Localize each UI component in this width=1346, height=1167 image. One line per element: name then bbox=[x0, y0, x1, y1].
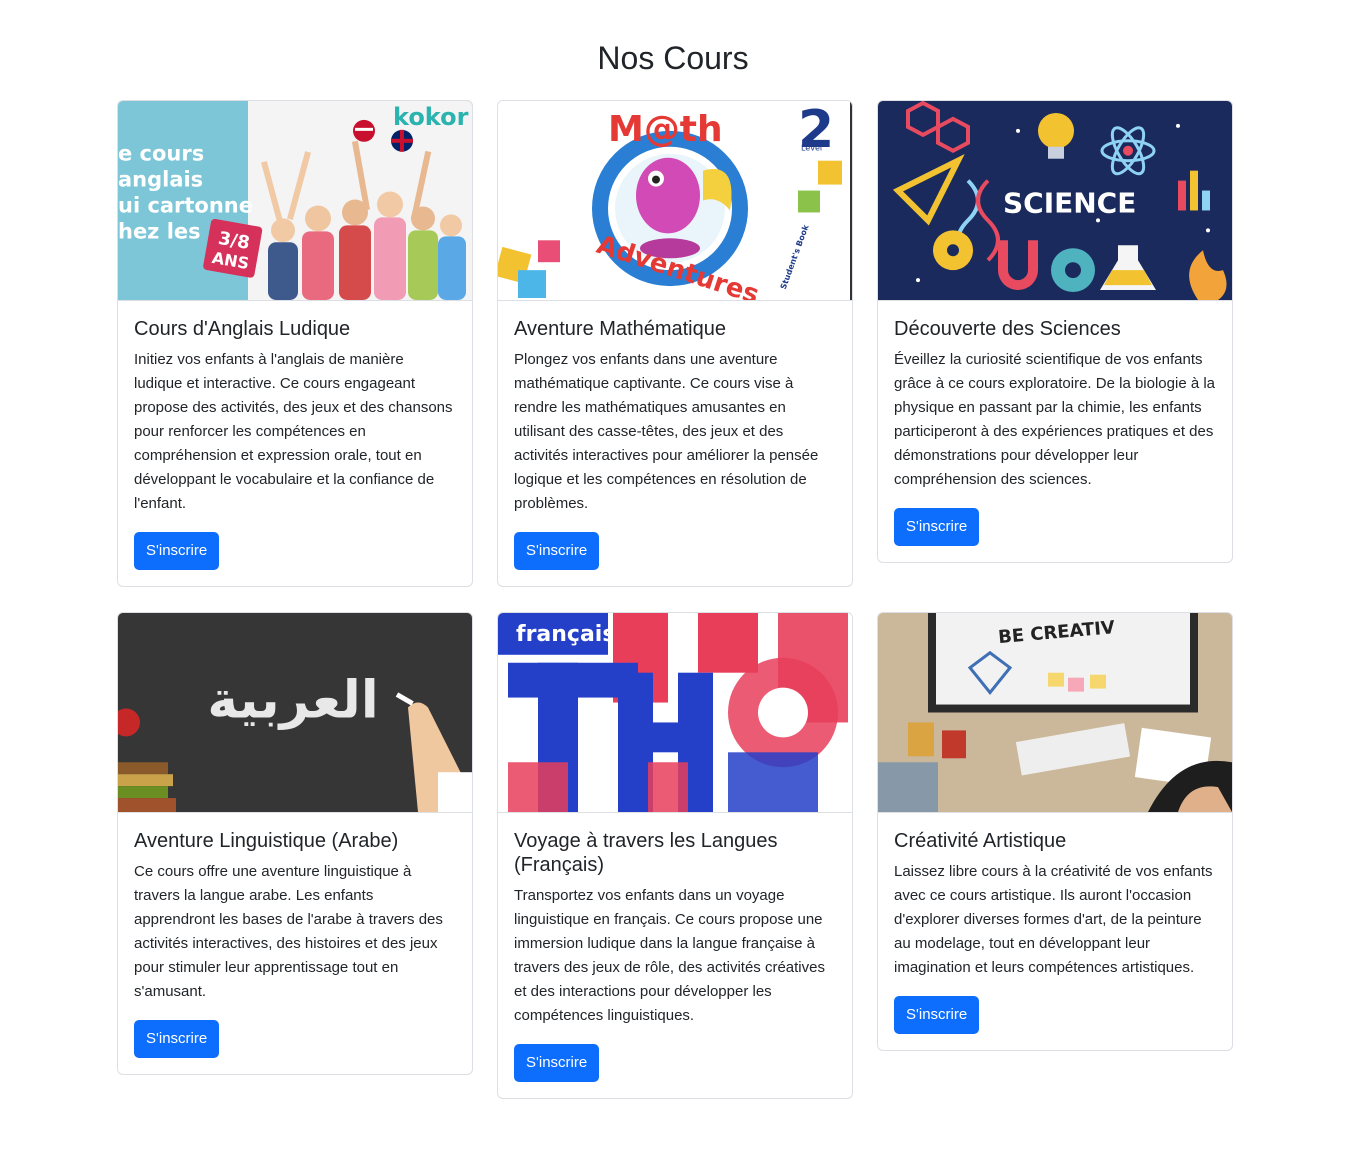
svg-text:français: français bbox=[516, 622, 615, 647]
svg-text:hez les: hez les bbox=[118, 219, 201, 243]
course-grid: e cours anglais ui cartonne hez les 3/8 … bbox=[117, 100, 1233, 1099]
course-description: Laissez libre cours à la créativité de v… bbox=[894, 863, 1213, 976]
math-course-image: M@th Adventures 2 Level Student's Book bbox=[498, 101, 852, 301]
enroll-button[interactable]: S'inscrire bbox=[894, 508, 980, 546]
enroll-button[interactable]: S'inscrire bbox=[134, 532, 220, 570]
svg-text:SCIENCE: SCIENCE bbox=[1003, 187, 1136, 220]
course-title: Aventure Linguistique (Arabe) bbox=[134, 830, 399, 852]
art-course-image: BE CREATIV bbox=[878, 613, 1232, 813]
svg-text:anglais: anglais bbox=[118, 168, 203, 192]
enroll-button[interactable]: S'inscrire bbox=[514, 1044, 600, 1082]
french-course-image: français bbox=[498, 613, 852, 813]
course-card-art: BE CREATIV Créativité Artistique Laissez… bbox=[877, 612, 1233, 1051]
course-description: Éveillez la curiosité scientifique de vo… bbox=[894, 351, 1216, 488]
course-title: Cours d'Anglais Ludique bbox=[134, 318, 351, 340]
course-card-english: e cours anglais ui cartonne hez les 3/8 … bbox=[117, 100, 473, 587]
svg-text:M@th: M@th bbox=[608, 109, 723, 150]
enroll-button[interactable]: S'inscrire bbox=[514, 532, 600, 570]
course-card-arabic: العربية Aventure Linguistique (Arabe) Ce… bbox=[117, 612, 473, 1075]
english-course-image: e cours anglais ui cartonne hez les 3/8 … bbox=[118, 101, 472, 301]
svg-text:ui cartonne: ui cartonne bbox=[118, 193, 253, 217]
svg-text:Level: Level bbox=[801, 144, 822, 153]
svg-text:e cours: e cours bbox=[118, 142, 204, 166]
course-description: Initiez vos enfants à l'anglais de maniè… bbox=[134, 351, 453, 512]
arabic-course-image: العربية bbox=[118, 613, 472, 813]
course-title: Aventure Mathématique bbox=[514, 318, 726, 340]
course-card-math: M@th Adventures 2 Level Student's Book A… bbox=[497, 100, 853, 587]
course-title: Voyage à travers les Langues (Français) bbox=[514, 830, 778, 876]
course-description: Transportez vos enfants dans un voyage l… bbox=[514, 887, 825, 1024]
course-card-science: SCIENCE Découverte des Sciences Éveillez… bbox=[877, 100, 1233, 563]
course-description: Plongez vos enfants dans une aventure ma… bbox=[514, 351, 819, 512]
enroll-button[interactable]: S'inscrire bbox=[134, 1020, 220, 1058]
course-title: Créativité Artistique bbox=[894, 830, 1067, 852]
svg-text:kokor: kokor bbox=[393, 103, 469, 131]
enroll-button[interactable]: S'inscrire bbox=[894, 996, 980, 1034]
science-course-image: SCIENCE bbox=[878, 101, 1232, 301]
course-card-french: français Voyage à travers les Langues (F… bbox=[497, 612, 853, 1099]
course-description: Ce cours offre une aventure linguistique… bbox=[134, 863, 443, 1000]
page-title: Nos Cours bbox=[597, 40, 749, 76]
svg-text:العربية: العربية bbox=[207, 671, 378, 731]
course-title: Découverte des Sciences bbox=[894, 318, 1121, 340]
